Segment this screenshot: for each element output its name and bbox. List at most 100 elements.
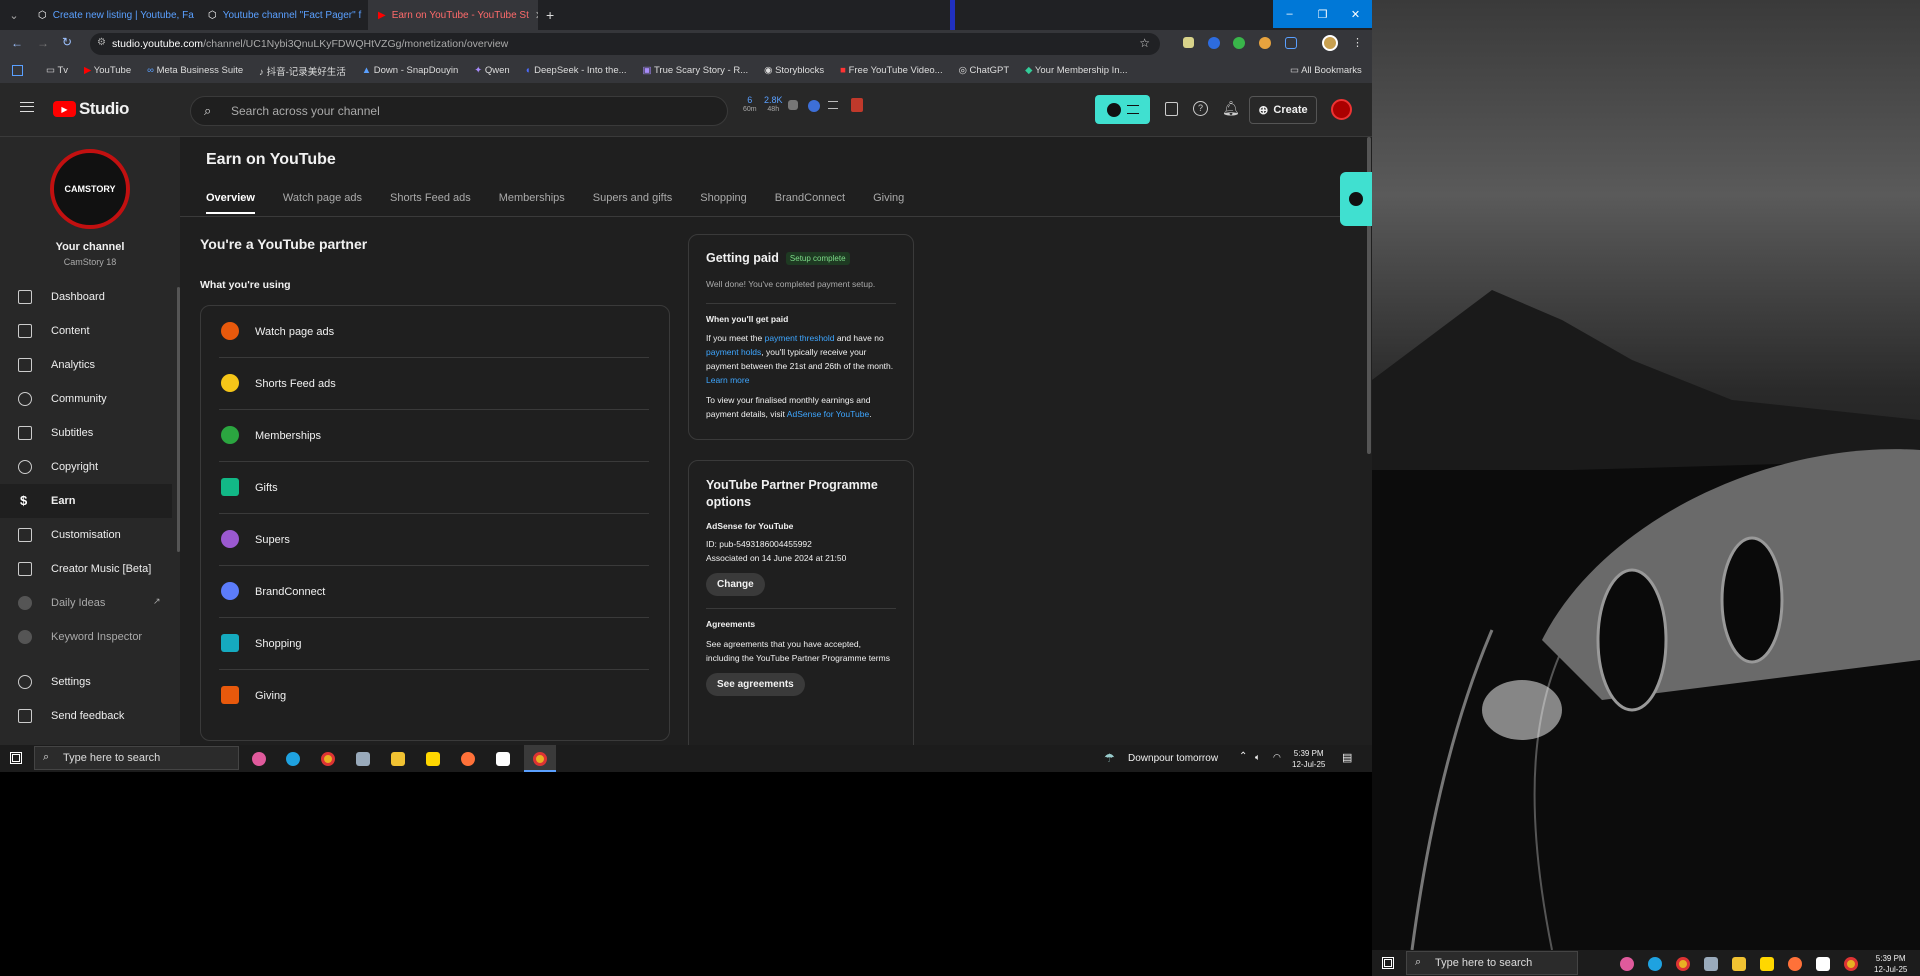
learn-more-link[interactable]: Learn more [706,375,749,385]
adsense-link[interactable]: AdSense for YouTube [787,409,869,419]
url-field[interactable]: ⚙ studio.youtube.com/channel/UC1Nybi3Qnu… [90,33,1160,55]
extensions-puzzle-icon[interactable] [1285,37,1297,49]
sidebar-item-keyword-inspector[interactable]: Keyword Inspector [0,620,172,654]
bookmark-item[interactable]: ▶ YouTube [84,65,131,76]
trophy-icon[interactable] [851,98,863,112]
file-explorer-icon[interactable] [391,752,405,766]
see-agreements-button[interactable]: See agreements [706,673,805,696]
views-48h-stat[interactable]: 2.8K 48h [764,96,783,114]
capcut-icon[interactable] [496,752,510,766]
extension-icon[interactable] [808,100,820,112]
bookmark-item[interactable]: ∞ Meta Business Suite [147,65,243,76]
create-button[interactable]: ⊕ Create [1249,96,1317,124]
extension-icon[interactable] [1259,37,1271,49]
tab-brandconnect[interactable]: BrandConnect [775,192,845,214]
sidebar-item-earn[interactable]: $ Earn [0,484,172,518]
taskbar-clock[interactable]: 5:39 PM 12-Jul-25 [1292,748,1325,770]
tab-giving[interactable]: Giving [873,192,904,214]
back-icon[interactable]: ← [11,36,23,50]
all-bookmarks-folder[interactable]: ▭ All Bookmarks [1290,65,1362,76]
bookmark-item[interactable]: ◐ DeepSeek - Into the... [526,65,627,76]
bookmark-item[interactable]: ■ Free YouTube Video... [840,65,942,76]
studio-logo[interactable]: ▶ Studio [53,99,129,119]
copilot-icon[interactable] [1620,957,1634,971]
site-info-icon[interactable]: ⚙ [97,37,106,48]
bookmark-item[interactable]: ◎ ChatGPT [959,65,1010,76]
bookmark-item[interactable]: ▭ Tv [46,65,68,76]
forward-icon[interactable]: → [37,36,49,50]
hamburger-menu-icon[interactable] [20,102,34,112]
chrome-icon[interactable] [1676,957,1690,971]
feature-supers[interactable]: Supers [219,514,649,566]
payment-holds-link[interactable]: payment holds [706,347,761,357]
new-tab-button[interactable]: + [538,7,554,23]
sidebar-item-daily-ideas[interactable]: Daily Ideas ↗ [0,586,172,620]
realtime-views-stat[interactable]: 6 60m [743,96,757,114]
sidebar-item-subtitles[interactable]: Subtitles [0,416,172,450]
sidebar-item-feedback[interactable]: Send feedback [0,699,172,733]
file-explorer-icon[interactable] [1732,957,1746,971]
edge-icon[interactable] [1648,957,1662,971]
bookmark-star-icon[interactable]: ☆ [1139,36,1150,50]
capcut-icon[interactable] [1816,957,1830,971]
firefox-icon[interactable] [1788,957,1802,971]
volume-icon[interactable]: 🔈︎ [1255,752,1260,763]
sidebar-item-analytics[interactable]: Analytics [0,348,172,382]
feature-giving[interactable]: Giving [219,670,649,722]
feature-brandconnect[interactable]: BrandConnect [219,566,649,618]
extension-icon[interactable] [1208,37,1220,49]
browser-tab[interactable]: ⬡Youtube channel "Fact Pager" f✕ [198,0,368,30]
app-icon[interactable] [356,752,370,766]
feature-shorts-feed-ads[interactable]: Shorts Feed ads [219,358,649,410]
payment-threshold-link[interactable]: payment threshold [765,333,835,343]
help-icon[interactable]: ? [1193,101,1208,116]
bookmark-item[interactable]: ◆ Your Membership In... [1025,65,1127,76]
edge-icon[interactable] [286,752,300,766]
bookmark-item[interactable]: ♪ 抖音-记录美好生活 [259,64,346,78]
extension-icon[interactable] [788,100,798,110]
apps-grid-icon[interactable] [12,65,23,76]
windows-start-icon[interactable] [1382,957,1394,969]
sidebar-item-creator-music[interactable]: Creator Music [Beta] [0,552,172,586]
browser-tab[interactable]: ⬡Create new listing | Youtube, Fa✕ [28,0,198,30]
extension-side-panel-button[interactable] [1340,172,1372,226]
bookmark-item[interactable]: ▣ True Scary Story - R... [643,65,749,76]
notifications-icon[interactable]: ▤ [1342,751,1352,764]
bookmark-item[interactable]: ▲ Down - SnapDouyin [362,65,459,76]
extension-icon[interactable] [1233,37,1245,49]
reload-icon[interactable]: ↻ [62,35,72,49]
feature-gifts[interactable]: Gifts [219,462,649,514]
tab-supers-and-gifts[interactable]: Supers and gifts [593,192,673,214]
channel-search-input[interactable]: ⌕ Search across your channel [190,96,728,126]
tab-shorts-feed-ads[interactable]: Shorts Feed ads [390,192,471,214]
sidebar-item-copyright[interactable]: Copyright [0,450,172,484]
taskbar-search-input[interactable]: ⌕ Type here to search [34,746,239,770]
taskbar-search-input[interactable]: ⌕ Type here to search [1406,951,1578,975]
app-icon[interactable] [1704,957,1718,971]
bookmark-item[interactable]: ✦ Qwen [474,65,509,76]
tab-watch-page-ads[interactable]: Watch page ads [283,192,362,214]
tab-search-icon[interactable]: ⌄ [0,9,28,22]
tray-chevron-icon[interactable]: ⌃ [1239,751,1247,762]
feature-watch-page-ads[interactable]: Watch page ads [219,306,649,358]
network-icon[interactable]: ◠ [1273,752,1281,763]
sidebar-item-settings[interactable]: Settings [0,665,172,699]
weather-text[interactable]: Downpour tomorrow [1128,753,1218,764]
restore-button[interactable]: ❐ [1306,0,1339,28]
extension-icon[interactable] [1183,37,1194,48]
sticky-notes-icon[interactable] [426,752,440,766]
tab-shopping[interactable]: Shopping [700,192,747,214]
sidebar-item-customisation[interactable]: Customisation [0,518,172,552]
tab-memberships[interactable]: Memberships [499,192,565,214]
tab-overview[interactable]: Overview [206,192,255,214]
account-avatar[interactable] [1331,99,1352,120]
notifications-bell-icon[interactable]: 🔔︎ [1222,100,1240,117]
sticky-notes-icon[interactable] [1760,957,1774,971]
change-button[interactable]: Change [706,573,765,596]
channel-avatar[interactable]: CAMSTORY [50,149,130,229]
kebab-menu-icon[interactable]: ⋮ [1352,36,1363,49]
profile-avatar[interactable] [1322,35,1338,51]
sidebar-item-content[interactable]: Content [0,314,172,348]
feature-shopping[interactable]: Shopping [219,618,649,670]
firefox-icon[interactable] [461,752,475,766]
